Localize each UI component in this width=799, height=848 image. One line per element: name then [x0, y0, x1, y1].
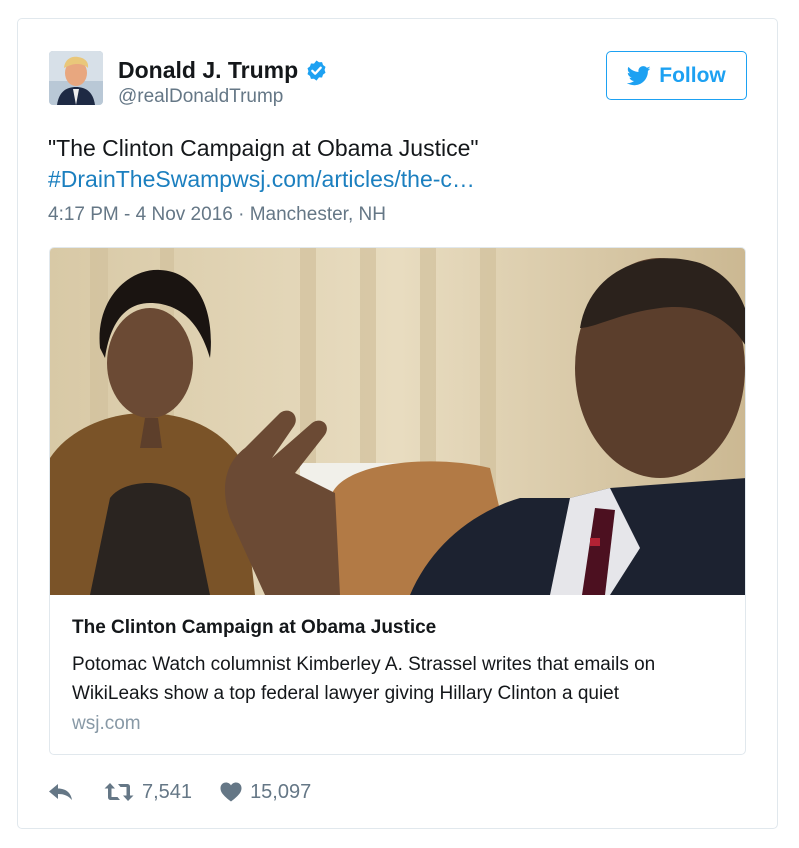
author-handle[interactable]: @realDonaldTrump: [118, 86, 283, 108]
tweet-location[interactable]: Manchester, NH: [250, 204, 386, 225]
avatar-photo: [49, 51, 103, 105]
twitter-bird-icon: [627, 65, 651, 85]
like-button[interactable]: 15,097: [220, 781, 311, 804]
tweet-link[interactable]: #DrainTheSwampwsj.com/articles/the-c…: [48, 164, 748, 195]
retweet-count: 7,541: [142, 780, 193, 803]
reply-icon: [49, 784, 72, 800]
follow-button-label: Follow: [659, 63, 726, 87]
retweet-icon: [104, 783, 134, 801]
card-title: The Clinton Campaign at Obama Justice: [72, 617, 437, 638]
card-image: [50, 248, 745, 595]
card-description: Potomac Watch columnist Kimberley A. Str…: [72, 654, 656, 704]
reply-button[interactable]: [48, 782, 74, 802]
author-name-text: Donald J. Trump: [118, 57, 299, 83]
author-name[interactable]: Donald J. Trump: [118, 57, 328, 84]
like-count: 15,097: [250, 780, 312, 803]
link-preview-card[interactable]: The Clinton Campaign at Obama Justice Po…: [49, 247, 746, 755]
retweet-button[interactable]: 7,541: [104, 781, 192, 804]
tweet-timestamp[interactable]: 4:17 PM - 4 Nov 2016: [48, 204, 233, 225]
tweet-meta: 4:17 PM - 4 Nov 2016 · Manchester, NH: [48, 204, 386, 226]
tweet-body: "The Clinton Campaign at Obama Justice": [48, 135, 479, 161]
card-domain: wsj.com: [72, 713, 141, 734]
heart-icon: [220, 782, 242, 802]
avatar[interactable]: [49, 51, 103, 105]
tweet-actions: 7,541 15,097: [48, 777, 311, 807]
tweet-text: "The Clinton Campaign at Obama Justice" …: [48, 133, 748, 195]
meta-separator: ·: [238, 204, 245, 225]
verified-badge-icon: [307, 60, 326, 81]
follow-button[interactable]: Follow: [606, 51, 747, 100]
tweet-card[interactable]: Donald J. Trump @realDonaldTrump Follow …: [17, 18, 778, 829]
